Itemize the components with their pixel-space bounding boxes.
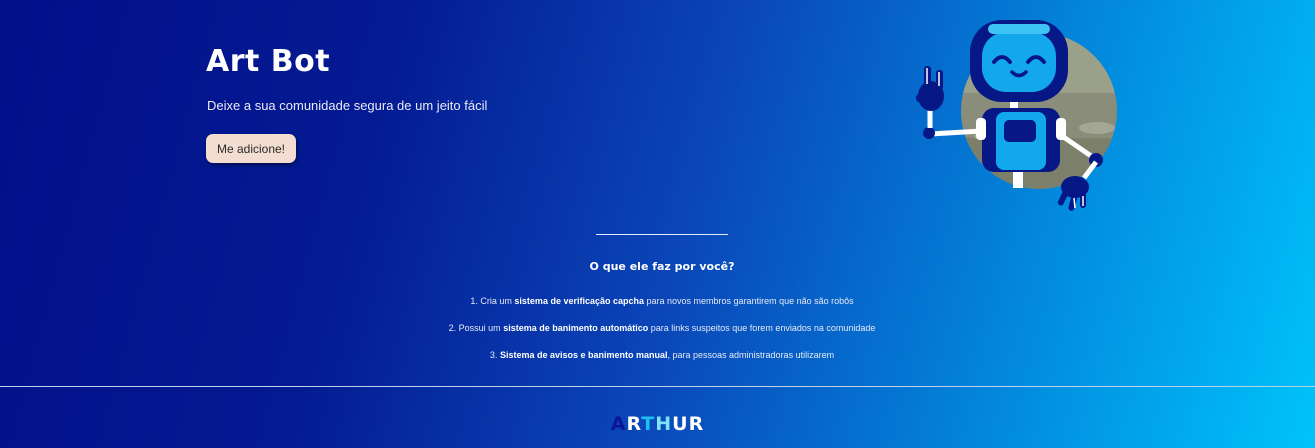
logo-letter-5: U bbox=[672, 413, 689, 435]
feature-text-bold: sistema de banimento automático bbox=[503, 323, 649, 333]
feature-item-2: 2. Possui um sistema de banimento automá… bbox=[0, 323, 1315, 333]
section-divider bbox=[596, 234, 728, 235]
feature-item-3: 3. Sistema de avisos e banimento manual,… bbox=[0, 350, 1315, 360]
logo-letter-3: T bbox=[641, 413, 656, 435]
feature-number: 3. bbox=[489, 350, 498, 360]
page-title: Art Bot bbox=[206, 44, 331, 79]
feature-text-post: , para pessoas administradoras utilizare… bbox=[667, 350, 835, 360]
feature-text-pre: Cria um bbox=[480, 296, 512, 306]
hero-subtitle: Deixe a sua comunidade segura de um jeit… bbox=[207, 98, 488, 113]
logo-letter-6: R bbox=[688, 413, 705, 435]
feature-text-post: para novos membros garantirem que não sã… bbox=[646, 296, 854, 306]
robot-illustration bbox=[916, 20, 1117, 211]
footer-logo[interactable]: ARTHUR bbox=[0, 413, 1315, 435]
hero-section: Art Bot Deixe a sua comunidade segura de… bbox=[0, 0, 1315, 220]
footer: ARTHUR bbox=[0, 387, 1315, 448]
feature-text-bold: Sistema de avisos e banimento manual bbox=[499, 350, 668, 360]
feature-text-bold: sistema de verificação capcha bbox=[514, 296, 644, 306]
logo-letter-4: H bbox=[655, 413, 673, 435]
features-title: O que ele faz por você? bbox=[589, 260, 735, 273]
logo-letter-1: A bbox=[610, 413, 627, 435]
logo-letter-2: R bbox=[626, 413, 642, 435]
feature-item-1: 1. Cria um sistema de verificação capcha… bbox=[0, 296, 1315, 306]
feature-number: 2. bbox=[448, 323, 457, 333]
feature-text-pre: Possui um bbox=[458, 323, 501, 333]
add-bot-button[interactable]: Me adicione! bbox=[206, 134, 296, 163]
feature-text-post: para links suspeitos que forem enviados … bbox=[650, 323, 876, 333]
feature-number: 1. bbox=[470, 296, 478, 306]
